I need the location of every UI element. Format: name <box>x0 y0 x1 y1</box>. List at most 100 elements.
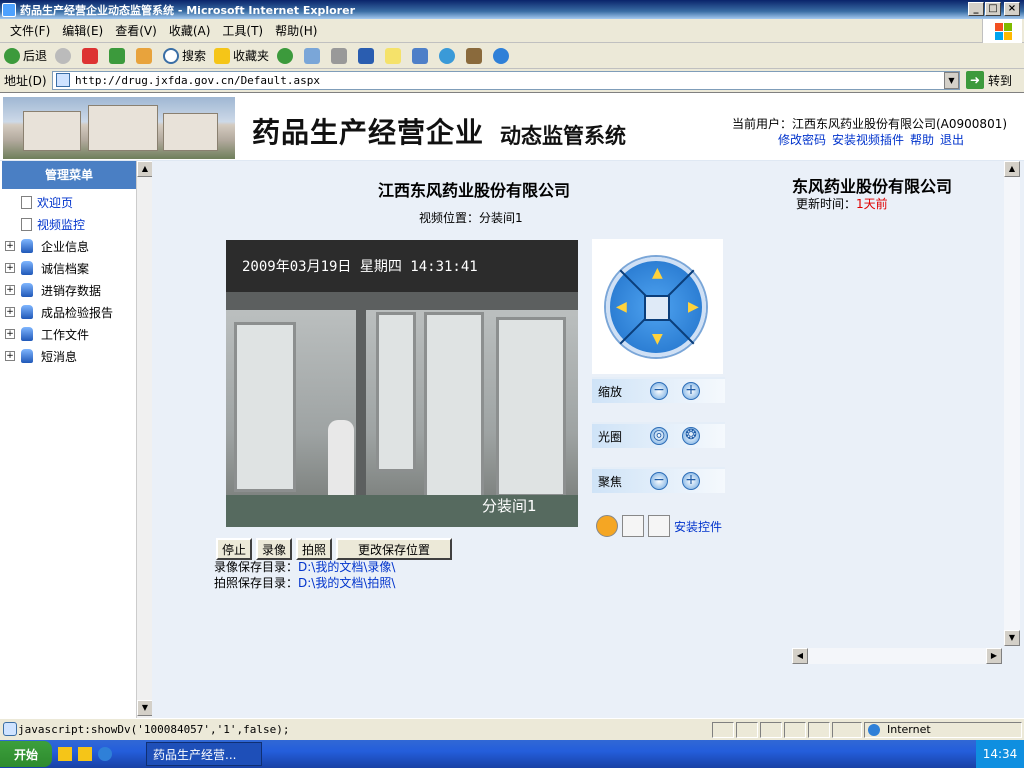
expand-icon[interactable]: + <box>5 307 15 317</box>
sidebar-item-messages[interactable]: + 短消息 <box>0 346 134 366</box>
lifebuoy-icon[interactable] <box>596 515 618 537</box>
research-button[interactable] <box>412 47 431 64</box>
sidebar-item-credit[interactable]: + 诚信档案 <box>0 258 134 278</box>
status-text: javascript:showDv('100084057','1',false)… <box>18 723 290 736</box>
right-arrow-icon[interactable]: ▶ <box>688 299 699 315</box>
back-button[interactable]: 后退 <box>4 47 47 64</box>
menu-favorites[interactable]: 收藏(A) <box>169 22 211 39</box>
expand-icon[interactable]: + <box>5 351 15 361</box>
up-arrow-icon[interactable]: ▲ <box>652 265 663 281</box>
refresh-icon <box>109 47 126 64</box>
history-button[interactable] <box>277 47 296 64</box>
scroll-up-icon[interactable]: ▲ <box>1004 161 1020 177</box>
page-content: 药品生产经营企业 动态监管系统 当前用户：江西东风药业股份有限公司(A09008… <box>0 93 1024 718</box>
database-icon <box>21 349 33 363</box>
forward-button[interactable] <box>55 47 74 64</box>
record-dir-link[interactable]: D:\我的文档\录像\ <box>298 560 395 574</box>
scroll-down-icon[interactable]: ▼ <box>137 700 153 716</box>
speaker-icon[interactable] <box>622 515 644 537</box>
help-link[interactable]: 帮助 <box>910 133 934 147</box>
messenger-icon <box>439 47 456 64</box>
menu-file[interactable]: 文件(F) <box>10 22 50 39</box>
sidebar-item-label[interactable]: 视频监控 <box>37 216 85 233</box>
scroll-left-icon[interactable]: ◀ <box>792 648 808 664</box>
sidebar-item-documents[interactable]: + 工作文件 <box>0 324 134 344</box>
home-button[interactable] <box>136 47 155 64</box>
video-feed[interactable]: 2009年03月19日 星期四 14:31:41 分装间1 <box>226 240 578 527</box>
sidebar-item-inspection[interactable]: + 成品检验报告 <box>0 302 134 322</box>
print-button[interactable] <box>331 47 350 64</box>
scroll-down-icon[interactable]: ▼ <box>1004 630 1020 646</box>
main-hscrollbar[interactable]: ◀ ▶ <box>792 648 1002 664</box>
sidebar-item-inventory[interactable]: + 进销存数据 <box>0 280 134 300</box>
snap-dir-link[interactable]: D:\我的文档\拍照\ <box>298 576 395 590</box>
install-plugin-link[interactable]: 安装视频插件 <box>832 133 904 147</box>
sidebar-item-video[interactable]: 视频监控 <box>0 214 134 234</box>
tool-button[interactable] <box>466 47 485 64</box>
change-save-location-button[interactable]: 更改保存位置 <box>336 538 453 560</box>
address-input[interactable]: http://drug.jxfda.gov.cn/Default.aspx <box>52 71 960 90</box>
sidebar-item-company-info[interactable]: + 企业信息 <box>0 236 134 256</box>
joystick-icon[interactable] <box>644 295 670 321</box>
search-button[interactable]: 搜索 <box>163 47 206 64</box>
minimize-button[interactable]: _ <box>968 2 984 16</box>
favorites-button[interactable]: 收藏夹 <box>214 47 269 64</box>
focus-far-icon[interactable]: + <box>682 472 700 490</box>
logout-link[interactable]: 退出 <box>940 133 964 147</box>
maximize-button[interactable]: □ <box>985 2 1001 16</box>
home-icon <box>136 47 153 64</box>
iris-control: 光圈 ◎ ❂ <box>592 422 725 448</box>
iris-close-icon[interactable]: ◎ <box>650 427 668 445</box>
down-arrow-icon[interactable]: ▼ <box>652 331 663 347</box>
task-label: 药品生产经营... <box>153 747 237 762</box>
expand-icon[interactable]: + <box>5 329 15 339</box>
left-arrow-icon[interactable]: ◀ <box>616 299 627 315</box>
globe-button[interactable] <box>493 47 512 64</box>
room-scene <box>226 292 578 527</box>
install-control-link[interactable]: 安装控件 <box>674 518 722 535</box>
expand-icon[interactable]: + <box>5 241 15 251</box>
discuss-button[interactable] <box>385 47 404 64</box>
messenger-button[interactable] <box>439 47 458 64</box>
menu-tools[interactable]: 工具(T) <box>222 22 263 39</box>
tool-icon <box>466 47 483 64</box>
expand-icon[interactable]: + <box>5 285 15 295</box>
stop-button[interactable]: 停止 <box>216 538 253 560</box>
menu-view[interactable]: 查看(V) <box>115 22 157 39</box>
address-dropdown-icon[interactable]: ▼ <box>944 72 959 89</box>
focus-near-icon[interactable]: − <box>650 472 668 490</box>
sidebar-item-label: 短消息 <box>41 349 78 364</box>
scroll-right-icon[interactable]: ▶ <box>986 648 1002 664</box>
snapshot-button[interactable]: 拍照 <box>296 538 333 560</box>
edit-button[interactable] <box>358 47 377 64</box>
menu-help[interactable]: 帮助(H) <box>275 22 317 39</box>
close-button[interactable]: × <box>1004 2 1020 16</box>
ptz-direction-pad[interactable]: ▲ ▼ ◀ ▶ <box>606 257 706 357</box>
sidebar-item-label[interactable]: 欢迎页 <box>37 194 73 211</box>
video-location: 视频位置：分装间1 <box>419 211 523 225</box>
record-button[interactable]: 录像 <box>256 538 293 560</box>
page-icon <box>21 217 32 231</box>
mail-button[interactable] <box>304 47 323 64</box>
start-button[interactable]: 开始 <box>0 741 52 767</box>
main-scrollbar[interactable]: ▲ ▼ <box>1004 161 1020 646</box>
zoom-out-icon[interactable]: − <box>650 382 668 400</box>
user-icon[interactable] <box>648 515 670 537</box>
ie-icon[interactable] <box>98 747 112 761</box>
sidebar-scrollbar[interactable]: ▲ ▼ <box>136 161 153 718</box>
zoom-in-icon[interactable]: + <box>682 382 700 400</box>
change-password-link[interactable]: 修改密码 <box>778 133 826 147</box>
go-button[interactable]: ➜ 转到 <box>966 71 1012 89</box>
folder-icon[interactable] <box>58 747 72 761</box>
folder-icon[interactable] <box>78 747 92 761</box>
update-value: 1天前 <box>856 197 888 211</box>
refresh-button[interactable] <box>109 47 128 64</box>
menu-edit[interactable]: 编辑(E) <box>62 22 103 39</box>
video-buttons: 停止 录像 拍照 更改保存位置 <box>216 538 456 560</box>
expand-icon[interactable]: + <box>5 263 15 273</box>
iris-open-icon[interactable]: ❂ <box>682 427 700 445</box>
taskbar-window-ie[interactable]: 药品生产经营... <box>146 742 262 766</box>
stop-page-button[interactable] <box>82 47 101 64</box>
scroll-up-icon[interactable]: ▲ <box>137 161 153 177</box>
sidebar-item-welcome[interactable]: 欢迎页 <box>0 192 134 212</box>
